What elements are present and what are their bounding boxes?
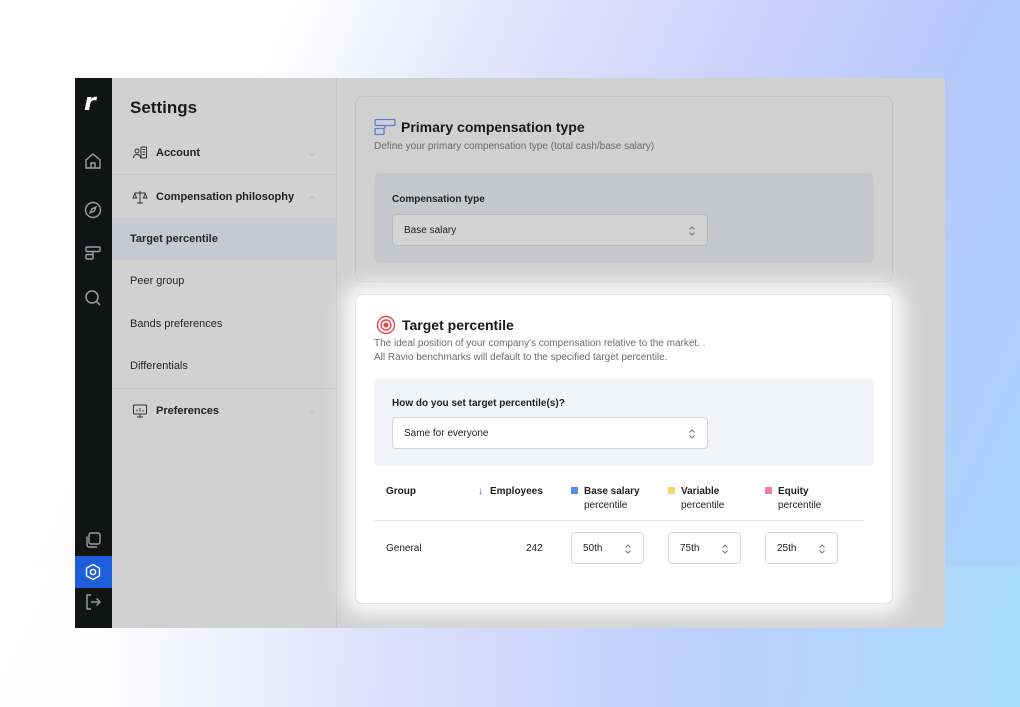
target-method-panel: How do you set target percentile(s)? Sam… bbox=[374, 378, 874, 466]
select-value: Same for everyone bbox=[404, 427, 489, 439]
table-divider bbox=[374, 520, 864, 521]
icon-rail: r bbox=[75, 78, 112, 628]
nav-group-account[interactable]: Account bbox=[112, 131, 337, 174]
nav-group-label: Account bbox=[156, 146, 200, 159]
card-subtitle-line1: The ideal position of your company's com… bbox=[374, 338, 706, 349]
column-header-group: Group bbox=[386, 486, 416, 497]
chevron-up-down-icon bbox=[720, 543, 730, 555]
card-subtitle: Define your primary compensation type (t… bbox=[374, 141, 655, 152]
legend-square-base bbox=[571, 487, 578, 494]
search-icon[interactable] bbox=[83, 288, 103, 308]
primary-compensation-card: Primary compensation type Define your pr… bbox=[355, 96, 893, 282]
presentation-icon bbox=[132, 403, 148, 419]
legend-square-variable bbox=[668, 487, 675, 494]
column-header-employees[interactable]: ↓ Employees bbox=[478, 485, 543, 499]
sidebar-item-differentials[interactable]: Differentials bbox=[112, 345, 337, 387]
ravio-logo[interactable]: r bbox=[84, 90, 96, 114]
bands-icon[interactable] bbox=[83, 243, 103, 263]
card-subtitle-line2: All Ravio benchmarks will default to the… bbox=[374, 352, 668, 363]
base-salary-percentile-select[interactable]: 50th bbox=[571, 532, 644, 564]
chevron-up-down-icon bbox=[623, 543, 633, 555]
chevron-up-down-icon bbox=[687, 428, 697, 440]
select-value: 75th bbox=[680, 542, 700, 554]
bands-icon bbox=[374, 118, 396, 136]
nav-group-compensation-philosophy[interactable]: Compensation philosophy bbox=[112, 175, 337, 218]
target-method-select[interactable]: Same for everyone bbox=[392, 417, 708, 449]
card-title: Target percentile bbox=[402, 317, 514, 333]
sidebar-item-target-percentile[interactable]: Target percentile bbox=[112, 218, 337, 260]
nav-group-preferences[interactable]: Preferences bbox=[112, 389, 337, 432]
column-header-base-salary: Base salary percentile bbox=[571, 485, 640, 513]
table-cell-employees: 242 bbox=[526, 543, 543, 554]
home-icon[interactable] bbox=[83, 151, 103, 171]
app-window: r Settings Account Compensation philosop… bbox=[75, 78, 945, 628]
chevron-up-down-icon bbox=[817, 543, 827, 555]
compensation-type-select[interactable]: Base salary bbox=[392, 214, 708, 246]
target-percentile-card: Target percentile The ideal position of … bbox=[355, 294, 893, 604]
sidebar-item-bands-preferences[interactable]: Bands preferences bbox=[112, 303, 337, 345]
account-icon bbox=[132, 145, 148, 161]
copy-icon[interactable] bbox=[83, 530, 103, 550]
target-icon bbox=[376, 315, 396, 335]
chevron-down-icon bbox=[307, 146, 317, 157]
select-value: Base salary bbox=[404, 224, 457, 236]
nav-group-label: Compensation philosophy bbox=[156, 190, 295, 203]
select-value: 50th bbox=[583, 542, 603, 554]
settings-sidebar: Settings Account Compensation philosophy… bbox=[112, 78, 337, 628]
scale-icon bbox=[132, 189, 148, 205]
column-header-variable: Variable percentile bbox=[668, 485, 724, 513]
sidebar-item-peer-group[interactable]: Peer group bbox=[112, 260, 337, 302]
card-title: Primary compensation type bbox=[401, 119, 585, 135]
column-header-equity: Equity percentile bbox=[765, 485, 821, 513]
equity-percentile-select[interactable]: 25th bbox=[765, 532, 838, 564]
field-label: How do you set target percentile(s)? bbox=[392, 398, 565, 409]
table-cell-group: General bbox=[386, 543, 422, 554]
chevron-up-down-icon bbox=[687, 225, 697, 237]
logout-icon[interactable] bbox=[83, 592, 103, 612]
settings-icon[interactable] bbox=[83, 562, 103, 582]
variable-percentile-select[interactable]: 75th bbox=[668, 532, 741, 564]
compensation-type-panel: Compensation type Base salary bbox=[374, 173, 874, 263]
chevron-up-icon bbox=[307, 190, 317, 200]
sort-down-arrow-icon: ↓ bbox=[478, 486, 483, 497]
settings-title: Settings bbox=[130, 98, 198, 117]
legend-square-equity bbox=[765, 487, 772, 494]
select-value: 25th bbox=[777, 542, 797, 554]
chevron-down-icon bbox=[307, 404, 317, 415]
field-label: Compensation type bbox=[392, 194, 485, 205]
nav-group-label: Preferences bbox=[156, 404, 219, 417]
main-content: Primary compensation type Define your pr… bbox=[337, 78, 945, 628]
compass-icon[interactable] bbox=[83, 200, 103, 220]
